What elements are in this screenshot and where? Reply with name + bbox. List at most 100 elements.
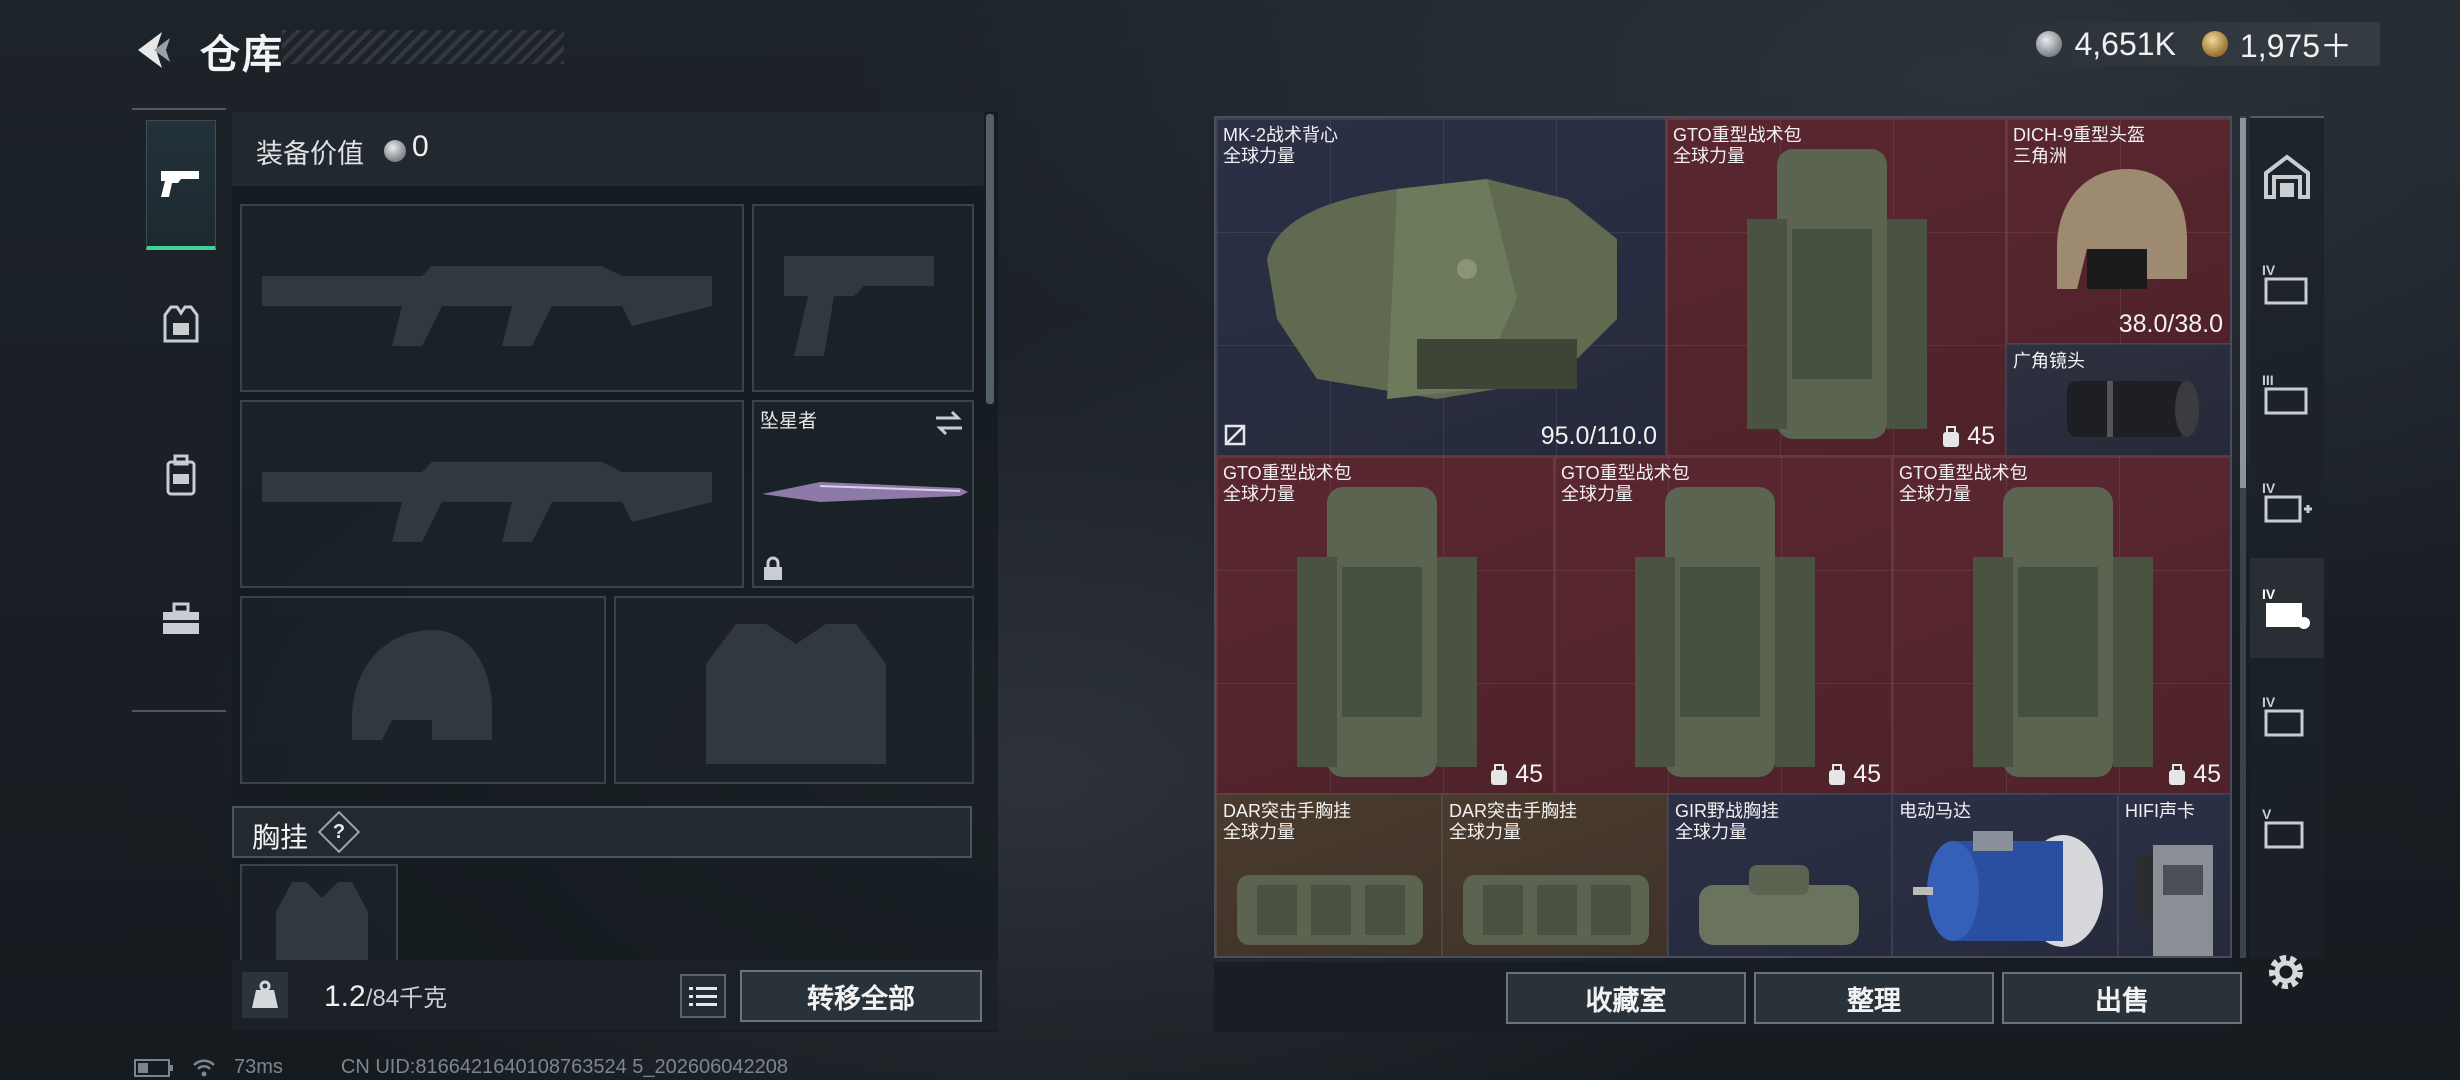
item-name: GTO重型战术包 全球力量: [1561, 463, 1690, 504]
warehouse-scrollbar-thumb[interactable]: [2240, 118, 2246, 488]
melee-slot[interactable]: 坠星者: [752, 400, 974, 588]
durability-value: 38.0/38.0: [2118, 310, 2223, 338]
tab-warehouse-level-iii[interactable]: III: [2250, 344, 2324, 444]
item-electric-motor[interactable]: 电动马达: [1892, 794, 2118, 956]
chest-rig-image-icon: [1237, 875, 1423, 945]
helmet-slot[interactable]: [240, 596, 606, 784]
tab-warehouse-home[interactable]: [2250, 126, 2324, 226]
backpack-icon: [166, 454, 196, 496]
chest-rig-image-icon: [1463, 875, 1649, 945]
svg-text:IV: IV: [2262, 480, 2276, 496]
item-hifi-sound-card[interactable]: HIFI声卡: [2118, 794, 2230, 956]
tab-warehouse-active[interactable]: IV: [2250, 558, 2324, 658]
help-icon[interactable]: ?: [317, 810, 361, 854]
item-dar-chest-rig[interactable]: DAR突击手胸挂 全球力量: [1216, 794, 1442, 956]
transfer-all-button[interactable]: 转移全部: [740, 970, 982, 1022]
sound-card-image-icon: [2137, 845, 2213, 956]
equipment-value-label: 装备价值: [256, 139, 364, 169]
secondary-weapon-slot[interactable]: [240, 400, 744, 588]
item-gto-backpack[interactable]: GTO重型战术包 全球力量 45: [1216, 456, 1554, 794]
status-bar: 73ms CN UID:8166421640108763524 5_202606…: [134, 1056, 788, 1079]
item-name: HIFI声卡: [2125, 801, 2195, 821]
item-wide-angle-lens[interactable]: 广角镜头: [2006, 344, 2230, 456]
item-gir-chest-rig[interactable]: GIR野战胸挂 全球力量: [1668, 794, 1892, 956]
warehouse-grid: MK-2战术背心 全球力量 95.0/110.0 GTO重型战术包 全球力量 45 …: [1214, 116, 2232, 958]
swap-icon[interactable]: [934, 410, 964, 436]
vest-image-icon: [1267, 179, 1617, 399]
list-view-button[interactable]: [680, 974, 726, 1018]
warehouse-footer: 收藏室 整理 出售: [1214, 962, 2242, 1032]
primary-weapon-slot[interactable]: [240, 204, 744, 392]
capacity-icon: [1943, 425, 1960, 447]
chest-rig-image-icon: [1699, 865, 1859, 945]
collection-room-button[interactable]: 收藏室: [1506, 972, 1746, 1024]
item-dar-chest-rig[interactable]: DAR突击手胸挂 全球力量: [1442, 794, 1668, 956]
gold-coin-icon: [2201, 31, 2228, 57]
equipment-value: 0: [412, 130, 429, 163]
item-mk2-vest[interactable]: MK-2战术背心 全球力量 95.0/110.0: [1216, 118, 1666, 456]
equipment-panel: 装备价值 0 坠星者 胸挂 ? 1.2/84千克 转移全部: [232, 112, 998, 1032]
durability-value: 95.0/110.0: [1540, 422, 1657, 450]
currency-bar: 4,651K 1,975＋: [1996, 22, 2380, 66]
nav-backpack[interactable]: [146, 410, 216, 540]
settings-button[interactable]: [2262, 948, 2310, 996]
item-gto-backpack[interactable]: GTO重型战术包 全球力量 45: [1666, 118, 2006, 456]
pistol-slot[interactable]: [752, 204, 974, 392]
tab-warehouse-level-iv[interactable]: IV: [2250, 234, 2324, 334]
item-name: DICH-9重型头盔 三角洲: [2013, 125, 2146, 166]
knife-icon: [762, 482, 968, 502]
storage-tab-icon: IV: [2262, 694, 2304, 737]
wifi-icon: [193, 1059, 215, 1076]
broken-icon: [1224, 424, 1246, 446]
back-arrow-icon: [138, 32, 170, 68]
title-decoration: [282, 30, 564, 64]
item-name: GTO重型战术包 全球力量: [1673, 125, 1802, 166]
gold-currency-value[interactable]: 1,975＋: [2240, 21, 2352, 67]
item-gto-backpack[interactable]: GTO重型战术包 全球力量 45: [1554, 456, 1892, 794]
item-name: DAR突击手胸挂 全球力量: [1449, 801, 1578, 842]
back-button[interactable]: [130, 26, 178, 74]
item-gto-backpack[interactable]: GTO重型战术包 全球力量 45: [1892, 456, 2230, 794]
chest-rig-slot[interactable]: [240, 864, 398, 962]
backpack-image-icon: [1973, 487, 2153, 777]
capacity-icon: [1491, 763, 1508, 785]
storage-tab-icon: III: [2262, 372, 2308, 415]
backpack-image-icon: [1635, 487, 1815, 777]
weight-max: /84千克: [365, 985, 448, 1012]
capacity-value: 45: [1489, 760, 1543, 789]
armor-icon: [163, 305, 199, 343]
storage-tab-icon: IV: [2262, 586, 2310, 629]
weight-kg-icon: [252, 980, 278, 1008]
sell-button[interactable]: 出售: [2002, 972, 2242, 1024]
motor-image-icon: [1913, 831, 2103, 947]
svg-text:III: III: [2262, 372, 2274, 388]
lock-icon: [764, 556, 782, 580]
item-dich9-helmet[interactable]: DICH-9重型头盔 三角洲 38.0/38.0: [2006, 118, 2230, 344]
equipment-scrollbar[interactable]: [986, 114, 994, 404]
toolbox-icon: [163, 602, 199, 634]
nav-weapon[interactable]: [146, 120, 216, 250]
weight-readout: 1.2/84千克: [324, 978, 447, 1014]
item-name: GTO重型战术包 全球力量: [1899, 463, 2028, 504]
organize-button[interactable]: 整理: [1754, 972, 1994, 1024]
item-name: DAR突击手胸挂 全球力量: [1223, 801, 1352, 842]
capacity-value: 45: [1827, 760, 1881, 789]
storage-add-icon: IV: [2262, 480, 2312, 523]
capacity-icon: [2169, 763, 2186, 785]
helmet-image-icon: [2057, 169, 2187, 289]
rifle-silhouette-icon: [262, 266, 712, 346]
svg-text:V: V: [2262, 806, 2272, 822]
nav-toolbox[interactable]: [146, 554, 216, 684]
armor-slot[interactable]: [614, 596, 974, 784]
chest-rig-silhouette-icon: [276, 882, 368, 962]
warehouse-tab-nav: IV III IV IV IV V: [2250, 116, 2324, 958]
chest-rig-section-header: 胸挂 ?: [232, 806, 972, 858]
tab-warehouse-level-iv-b[interactable]: IV: [2250, 666, 2324, 766]
battery-icon: [134, 1058, 173, 1077]
backpack-image-icon: [1747, 149, 1927, 439]
nav-armor[interactable]: [146, 260, 216, 390]
capacity-value: 45: [1941, 422, 1995, 451]
storage-tab-icon: V: [2262, 806, 2304, 849]
tab-warehouse-level-v[interactable]: V: [2250, 778, 2324, 878]
tab-warehouse-add[interactable]: IV: [2250, 452, 2324, 552]
